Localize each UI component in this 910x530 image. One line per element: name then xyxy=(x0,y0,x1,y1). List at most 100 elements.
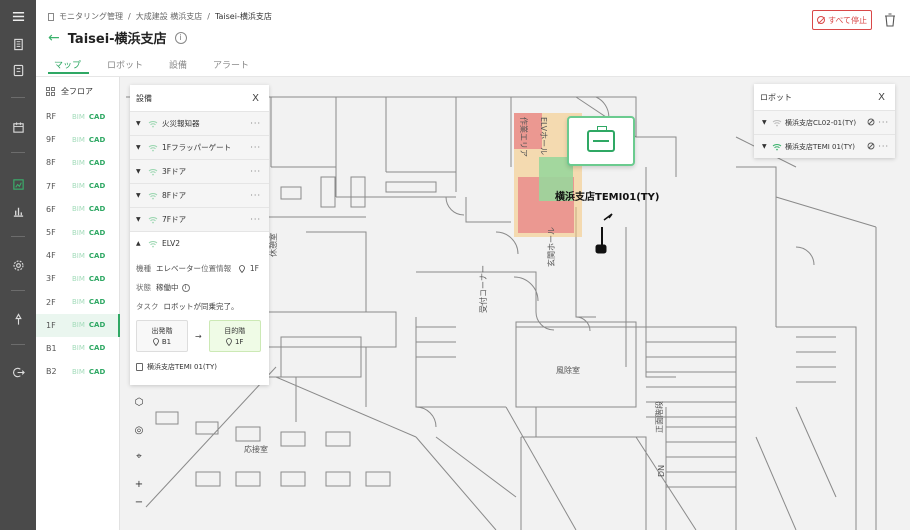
layers-icon[interactable]: ⬡ xyxy=(130,393,148,411)
menu-icon[interactable] xyxy=(0,4,36,28)
equipment-item[interactable]: ▼ 8Fドア ··· xyxy=(130,183,269,207)
bim-badge[interactable]: BIM xyxy=(72,229,85,237)
cad-badge[interactable]: CAD xyxy=(89,229,105,237)
info-icon[interactable]: i xyxy=(181,283,190,292)
more-icon[interactable]: ··· xyxy=(250,119,261,128)
floor-item-9f[interactable]: 9F BIM CAD xyxy=(36,128,119,151)
cad-badge[interactable]: CAD xyxy=(89,298,105,306)
zoom-out-button[interactable]: − xyxy=(130,493,148,511)
equipment-item[interactable]: ▼ 火災報知器 ··· xyxy=(130,111,269,135)
stop-all-button[interactable]: すべて停止 xyxy=(812,10,872,30)
floor-item-5f[interactable]: 5F BIM CAD xyxy=(36,221,119,244)
floor-item-7f[interactable]: 7F BIM CAD xyxy=(36,175,119,198)
chevron-down-icon[interactable]: ▼ xyxy=(136,120,148,127)
calendar-icon[interactable] xyxy=(0,115,36,139)
document-icon[interactable] xyxy=(0,58,36,82)
tab-equipment[interactable]: 設備 xyxy=(163,56,195,74)
more-icon[interactable]: ··· xyxy=(878,118,889,127)
bim-badge[interactable]: BIM xyxy=(72,275,85,283)
back-arrow-icon[interactable]: ← xyxy=(48,31,60,45)
bim-badge[interactable]: BIM xyxy=(72,136,85,144)
robot-map-label[interactable]: 横浜支店TEMI01(TY) xyxy=(555,188,659,203)
control-icon[interactable] xyxy=(867,118,875,126)
building-icon[interactable] xyxy=(0,32,36,56)
bim-badge[interactable]: BIM xyxy=(72,298,85,306)
equipment-item[interactable]: ▼ 1Fフラッパーゲート ··· xyxy=(130,135,269,159)
floor-list-header[interactable]: 全フロア xyxy=(36,77,119,105)
cad-badge[interactable]: CAD xyxy=(89,344,105,352)
floor-item-8f[interactable]: 8F BIM CAD xyxy=(36,151,119,174)
floor-name: 3F xyxy=(46,274,56,284)
trash-icon[interactable] xyxy=(884,12,896,28)
bim-badge[interactable]: BIM xyxy=(72,113,85,121)
close-icon[interactable]: X xyxy=(878,92,885,103)
close-icon[interactable]: X xyxy=(252,93,259,104)
info-icon[interactable]: i xyxy=(174,31,187,44)
robot-icon xyxy=(136,363,143,371)
bim-badge[interactable]: BIM xyxy=(72,344,85,352)
cad-badge[interactable]: CAD xyxy=(89,136,105,144)
cad-badge[interactable]: CAD xyxy=(89,113,105,121)
chevron-down-icon[interactable]: ▼ xyxy=(136,168,148,175)
more-icon[interactable]: ··· xyxy=(250,167,261,176)
floor-item-rf[interactable]: RF BIM CAD xyxy=(36,105,119,128)
robot-item[interactable]: ▼ 横浜支店TEMI 01(TY) ··· xyxy=(754,134,895,158)
breadcrumb-item[interactable]: 大成建設 横浜支店 xyxy=(136,11,203,22)
control-icon[interactable] xyxy=(867,142,875,150)
more-icon[interactable]: ··· xyxy=(250,191,261,200)
chevron-down-icon[interactable]: ▼ xyxy=(136,192,148,199)
equipment-item-expanded[interactable]: ▲ ELV2 xyxy=(130,231,269,255)
robot-map-card[interactable] xyxy=(567,116,635,166)
map-label: ELVホール xyxy=(539,117,548,155)
equipment-name: 7Fドア xyxy=(162,215,187,224)
compass-icon[interactable]: ◎ xyxy=(130,421,148,439)
bim-badge[interactable]: BIM xyxy=(72,368,85,376)
chevron-down-icon[interactable]: ▼ xyxy=(762,119,772,126)
bim-badge[interactable]: BIM xyxy=(72,252,85,260)
breadcrumb-item[interactable]: モニタリング管理 xyxy=(59,11,123,22)
equipment-item[interactable]: ▼ 3Fドア ··· xyxy=(130,159,269,183)
tab-alerts[interactable]: アラート xyxy=(207,56,257,74)
stop-all-label: すべて停止 xyxy=(827,15,868,25)
chevron-down-icon[interactable]: ▼ xyxy=(762,143,772,150)
equipment-item[interactable]: ▼ 7Fドア ··· xyxy=(130,207,269,231)
cad-badge[interactable]: CAD xyxy=(89,368,105,376)
cad-badge[interactable]: CAD xyxy=(89,252,105,260)
bim-badge[interactable]: BIM xyxy=(72,205,85,213)
cad-badge[interactable]: CAD xyxy=(89,182,105,190)
breadcrumb-separator: / xyxy=(128,12,131,21)
cad-badge[interactable]: CAD xyxy=(89,159,105,167)
floor-item-6f[interactable]: 6F BIM CAD xyxy=(36,198,119,221)
chevron-down-icon[interactable]: ▼ xyxy=(136,144,148,151)
floor-item-b1[interactable]: B1 BIM CAD xyxy=(36,337,119,360)
breadcrumb-separator: / xyxy=(207,12,210,21)
more-icon[interactable]: ··· xyxy=(250,143,261,152)
floor-item-1f[interactable]: 1F BIM CAD xyxy=(36,313,120,338)
zoom-in-button[interactable]: + xyxy=(130,475,148,493)
bar-chart-icon[interactable] xyxy=(0,199,36,223)
floor-item-b2[interactable]: B2 BIM CAD xyxy=(36,360,119,383)
cad-badge[interactable]: CAD xyxy=(89,205,105,213)
cad-badge[interactable]: CAD xyxy=(89,275,105,283)
bim-badge[interactable]: BIM xyxy=(72,159,85,167)
floor-item-4f[interactable]: 4F BIM CAD xyxy=(36,244,119,267)
cad-badge[interactable]: CAD xyxy=(89,321,105,329)
bim-badge[interactable]: BIM xyxy=(72,321,85,329)
locate-icon[interactable]: ⌖ xyxy=(130,447,148,465)
robot-item[interactable]: ▼ 横浜支店CL02-01(TY) ··· xyxy=(754,110,895,134)
assigned-robot[interactable]: 横浜支店TEMI 01(TY) xyxy=(136,360,263,374)
bim-badge[interactable]: BIM xyxy=(72,182,85,190)
chevron-down-icon[interactable]: ▼ xyxy=(136,216,148,223)
floor-item-3f[interactable]: 3F BIM CAD xyxy=(36,267,119,290)
chart-line-icon[interactable] xyxy=(0,172,36,196)
logout-icon[interactable] xyxy=(0,360,36,384)
equipment-panel-header: 設備 X xyxy=(130,85,269,111)
floor-item-2f[interactable]: 2F BIM CAD xyxy=(36,291,119,314)
more-icon[interactable]: ··· xyxy=(878,142,889,151)
more-icon[interactable]: ··· xyxy=(250,215,261,224)
chevron-up-icon[interactable]: ▲ xyxy=(136,240,148,247)
pin-icon[interactable] xyxy=(0,307,36,331)
tab-map[interactable]: マップ xyxy=(48,56,90,74)
settings-icon[interactable] xyxy=(0,253,36,277)
tab-robots[interactable]: ロボット xyxy=(101,56,151,74)
